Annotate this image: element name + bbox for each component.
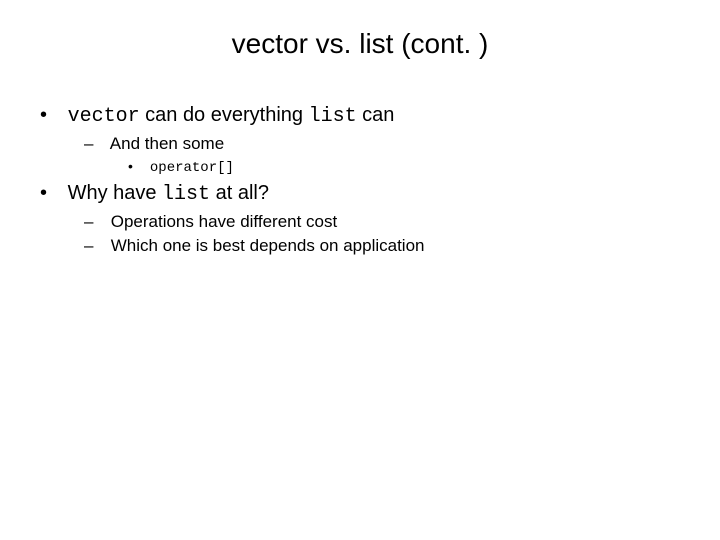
bullet-depends-on-app: Which one is best depends on application bbox=[84, 236, 680, 256]
text-mid: can do everything bbox=[140, 104, 309, 126]
code-operator: operator[] bbox=[150, 160, 234, 176]
bullet-different-cost: Operations have different cost bbox=[84, 212, 680, 232]
code-list: list bbox=[162, 183, 210, 206]
bullet-text: And then some bbox=[110, 134, 224, 153]
bullet-text: Operations have different cost bbox=[111, 212, 338, 231]
code-list: list bbox=[309, 105, 357, 128]
bullet-operator: operator[] bbox=[128, 158, 680, 176]
bullet-why-have-list: Why have list at all? bbox=[40, 182, 680, 206]
slide-content: vector can do everything list can And th… bbox=[0, 78, 720, 256]
bullet-text: Why have list at all? bbox=[68, 182, 269, 204]
slide: vector vs. list (cont. ) vector can do e… bbox=[0, 0, 720, 540]
bullet-text: Which one is best depends on application bbox=[111, 236, 425, 255]
bullet-text: vector can do everything list can bbox=[68, 104, 395, 126]
text-pre: Why have bbox=[68, 182, 162, 204]
slide-title: vector vs. list (cont. ) bbox=[0, 0, 720, 78]
bullet-vector-can-do: vector can do everything list can bbox=[40, 104, 680, 128]
text-tail: can bbox=[357, 104, 395, 126]
bullet-and-then-some: And then some bbox=[84, 134, 680, 154]
text-post: at all? bbox=[210, 182, 269, 204]
code-vector: vector bbox=[68, 105, 140, 128]
